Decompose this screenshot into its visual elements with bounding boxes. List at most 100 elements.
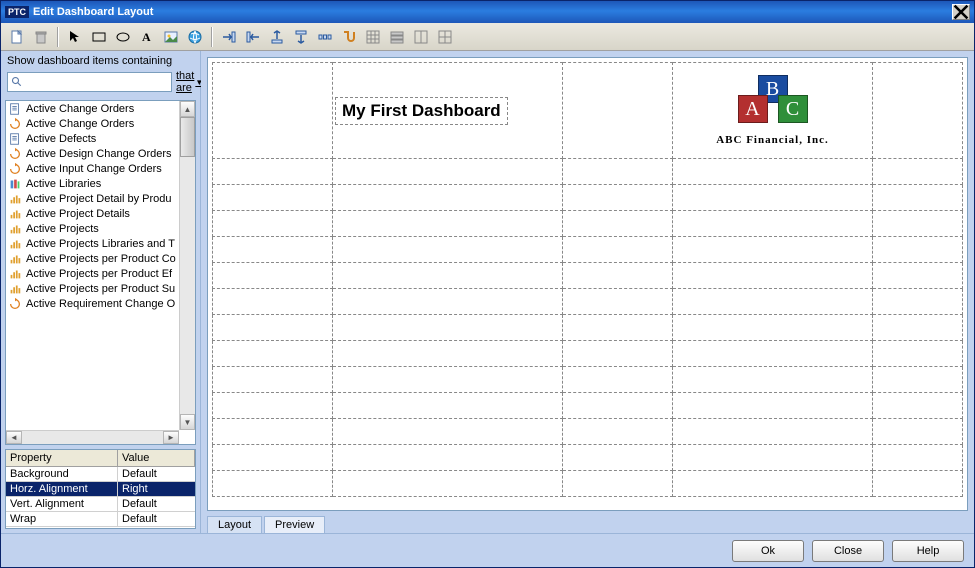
- grid-cell[interactable]: [873, 341, 963, 367]
- list-item[interactable]: Active Change Orders: [6, 116, 195, 131]
- that-are-link[interactable]: that are▼: [176, 70, 203, 94]
- list-item[interactable]: Active Projects per Product Su: [6, 281, 195, 296]
- grid-cell[interactable]: [563, 63, 673, 159]
- grid-icon[interactable]: [363, 27, 383, 47]
- grid-cell[interactable]: [563, 185, 673, 211]
- grid-cell[interactable]: [333, 419, 563, 445]
- align-right-icon[interactable]: [243, 27, 263, 47]
- grid-cell[interactable]: [213, 393, 333, 419]
- property-value[interactable]: Default: [118, 512, 195, 526]
- grid-cell[interactable]: [673, 159, 873, 185]
- list-item[interactable]: Active Projects per Product Co: [6, 251, 195, 266]
- grid-cell[interactable]: [213, 315, 333, 341]
- cells-icon[interactable]: [435, 27, 455, 47]
- distribute-icon[interactable]: [315, 27, 335, 47]
- grid-cell[interactable]: [563, 445, 673, 471]
- grid-cell[interactable]: [333, 315, 563, 341]
- grid-cell[interactable]: [563, 263, 673, 289]
- ellipse-tool-icon[interactable]: [113, 27, 133, 47]
- close-button[interactable]: Close: [812, 540, 884, 562]
- grid-cell[interactable]: [673, 263, 873, 289]
- list-item[interactable]: Active Requirement Change O: [6, 296, 195, 311]
- cols-icon[interactable]: [411, 27, 431, 47]
- grid-cell[interactable]: [873, 185, 963, 211]
- grid-cell[interactable]: [213, 63, 333, 159]
- list-item[interactable]: Active Defects: [6, 131, 195, 146]
- align-bottom-icon[interactable]: [291, 27, 311, 47]
- grid-cell[interactable]: [673, 367, 873, 393]
- tab-preview[interactable]: Preview: [264, 516, 325, 533]
- grid-cell[interactable]: [333, 289, 563, 315]
- grid-cell[interactable]: [563, 419, 673, 445]
- select-tool-icon[interactable]: [65, 27, 85, 47]
- property-row[interactable]: WrapDefault: [6, 512, 195, 527]
- grid-cell[interactable]: [873, 159, 963, 185]
- grid-cell[interactable]: [213, 263, 333, 289]
- grid-cell[interactable]: [213, 289, 333, 315]
- grid-cell[interactable]: [673, 289, 873, 315]
- grid-cell[interactable]: [333, 367, 563, 393]
- grid-cell[interactable]: [873, 289, 963, 315]
- grid-cell[interactable]: [333, 185, 563, 211]
- grid-cell[interactable]: [333, 211, 563, 237]
- grid-cell[interactable]: My First Dashboard: [333, 63, 563, 159]
- list-item[interactable]: Active Projects Libraries and T: [6, 236, 195, 251]
- grid-cell[interactable]: [333, 471, 563, 497]
- dashboard-title[interactable]: My First Dashboard: [335, 97, 508, 125]
- tab-layout[interactable]: Layout: [207, 516, 262, 533]
- align-top-icon[interactable]: [267, 27, 287, 47]
- grid-cell[interactable]: [673, 393, 873, 419]
- align-left-icon[interactable]: [219, 27, 239, 47]
- list-item[interactable]: Active Projects: [6, 221, 195, 236]
- ok-button[interactable]: Ok: [732, 540, 804, 562]
- grid-cell[interactable]: [563, 393, 673, 419]
- grid-cell[interactable]: [873, 471, 963, 497]
- grid-cell[interactable]: [563, 211, 673, 237]
- grid-cell[interactable]: [213, 419, 333, 445]
- company-logo[interactable]: BACABC Financial, Inc.: [675, 75, 870, 146]
- rows-icon[interactable]: [387, 27, 407, 47]
- list-item[interactable]: Active Projects per Product Ef: [6, 266, 195, 281]
- grid-cell[interactable]: [213, 185, 333, 211]
- grid-cell[interactable]: [563, 471, 673, 497]
- grid-cell[interactable]: [333, 263, 563, 289]
- scroll-left-button[interactable]: ◄: [6, 431, 22, 444]
- horizontal-scrollbar[interactable]: ◄ ►: [6, 430, 179, 444]
- delete-icon[interactable]: [31, 27, 51, 47]
- property-value[interactable]: Right: [118, 482, 195, 496]
- scroll-right-button[interactable]: ►: [163, 431, 179, 444]
- globe-tool-icon[interactable]: [185, 27, 205, 47]
- grid-cell[interactable]: [873, 211, 963, 237]
- grid-cell[interactable]: [213, 341, 333, 367]
- grid-cell[interactable]: [333, 393, 563, 419]
- grid-cell[interactable]: [673, 419, 873, 445]
- grid-cell[interactable]: [873, 263, 963, 289]
- scroll-down-button[interactable]: ▼: [180, 414, 195, 430]
- grid-cell[interactable]: [563, 367, 673, 393]
- grid-cell[interactable]: [563, 237, 673, 263]
- property-value[interactable]: Default: [118, 467, 195, 481]
- property-row[interactable]: BackgroundDefault: [6, 467, 195, 482]
- grid-cell[interactable]: [673, 471, 873, 497]
- property-row[interactable]: Horz. AlignmentRight: [6, 482, 195, 497]
- grid-cell[interactable]: [563, 315, 673, 341]
- list-item[interactable]: Active Project Details: [6, 206, 195, 221]
- grid-cell[interactable]: [673, 211, 873, 237]
- list-item[interactable]: Active Project Detail by Produ: [6, 191, 195, 206]
- property-value[interactable]: Default: [118, 497, 195, 511]
- search-input[interactable]: [26, 76, 168, 88]
- grid-cell[interactable]: [213, 237, 333, 263]
- grid-cell[interactable]: BACABC Financial, Inc.: [673, 63, 873, 159]
- grid-cell[interactable]: [333, 445, 563, 471]
- grid-cell[interactable]: [333, 237, 563, 263]
- grid-cell[interactable]: [873, 63, 963, 159]
- dashboard-canvas[interactable]: My First Dashboard BACABC Financial, Inc.: [207, 57, 968, 511]
- list-item[interactable]: Active Libraries: [6, 176, 195, 191]
- grid-cell[interactable]: [563, 289, 673, 315]
- list-item[interactable]: Active Design Change Orders: [6, 146, 195, 161]
- scroll-up-button[interactable]: ▲: [180, 101, 195, 117]
- grid-cell[interactable]: [563, 341, 673, 367]
- grid-cell[interactable]: [563, 159, 673, 185]
- grid-cell[interactable]: [673, 185, 873, 211]
- property-row[interactable]: Vert. AlignmentDefault: [6, 497, 195, 512]
